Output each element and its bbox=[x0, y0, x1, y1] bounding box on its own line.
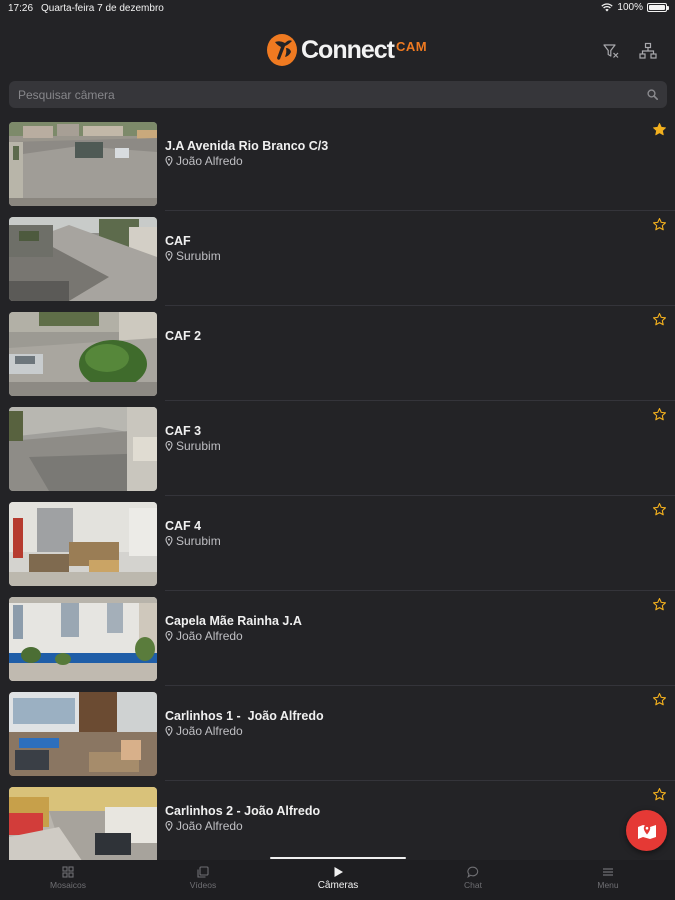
filter-clear-icon[interactable] bbox=[602, 42, 620, 60]
brand-sub: CAM bbox=[396, 38, 428, 54]
location-pin-icon bbox=[165, 726, 173, 736]
camera-row[interactable]: CAF Surubim bbox=[0, 211, 675, 306]
camera-location-text: João Alfredo bbox=[176, 724, 243, 738]
brand-logo: Connect CAM bbox=[266, 32, 427, 68]
copy-icon bbox=[197, 866, 209, 878]
tab-label: Câmeras bbox=[317, 880, 359, 891]
camera-location-text: João Alfredo bbox=[176, 819, 243, 833]
camera-row[interactable]: Carlinhos 2 - João Alfredo João Alfredo bbox=[0, 781, 675, 860]
status-right: 100% bbox=[601, 2, 669, 13]
camera-thumbnail[interactable] bbox=[9, 122, 157, 206]
camera-row[interactable]: CAF 4 Surubim bbox=[0, 496, 675, 591]
tab-cameras[interactable]: Câmeras bbox=[278, 866, 398, 891]
camera-thumbnail[interactable] bbox=[9, 692, 157, 776]
tab-label: Vídeos bbox=[189, 880, 217, 890]
camera-location-text: Surubim bbox=[176, 534, 221, 548]
camera-row[interactable]: CAF 3 Surubim bbox=[0, 401, 675, 496]
camera-row[interactable]: CAF 2 bbox=[0, 306, 675, 401]
tab-videos[interactable]: Vídeos bbox=[143, 866, 263, 890]
camera-name: CAF 2 bbox=[165, 329, 202, 343]
status-bar: 17:26 Quarta-feira 7 de dezembro 100% bbox=[0, 0, 675, 18]
camera-row[interactable]: Capela Mãe Rainha J.A João Alfredo bbox=[0, 591, 675, 686]
camera-location-text: Surubim bbox=[176, 439, 221, 453]
favorite-star-icon[interactable] bbox=[652, 787, 667, 802]
camera-location-text: João Alfredo bbox=[176, 629, 243, 643]
camera-name: Capela Mãe Rainha J.A bbox=[165, 614, 302, 628]
camera-thumbnail[interactable] bbox=[9, 597, 157, 681]
tab-menu[interactable]: Menu bbox=[548, 866, 668, 890]
map-fab-button[interactable] bbox=[626, 810, 667, 851]
location-pin-icon bbox=[165, 156, 173, 166]
camera-location: João Alfredo bbox=[165, 819, 243, 833]
favorite-star-icon[interactable] bbox=[652, 407, 667, 422]
camera-row[interactable]: J.A Avenida Rio Branco C/3 João Alfredo bbox=[0, 116, 675, 211]
camera-list: J.A Avenida Rio Branco C/3 João Alfredo bbox=[0, 116, 675, 860]
camera-name: Carlinhos 1 - João Alfredo bbox=[165, 709, 324, 723]
play-icon bbox=[334, 867, 343, 877]
brand-name: Connect bbox=[301, 35, 395, 64]
menu-icon bbox=[603, 868, 613, 876]
camera-thumbnail[interactable] bbox=[9, 217, 157, 301]
camera-location: João Alfredo bbox=[165, 724, 243, 738]
favorite-star-icon[interactable] bbox=[652, 122, 667, 137]
app-header: Connect CAM bbox=[0, 18, 675, 78]
camera-thumbnail[interactable] bbox=[9, 502, 157, 586]
grid-icon bbox=[62, 866, 74, 878]
tab-label: Mosaicos bbox=[50, 880, 86, 890]
location-pin-icon bbox=[165, 631, 173, 641]
camera-location: Surubim bbox=[165, 439, 221, 453]
camera-name: J.A Avenida Rio Branco C/3 bbox=[165, 139, 329, 153]
camera-name: CAF 3 bbox=[165, 424, 202, 438]
status-time: 17:26 bbox=[8, 3, 34, 14]
favorite-star-icon[interactable] bbox=[652, 692, 667, 707]
tab-chat[interactable]: Chat bbox=[413, 866, 533, 890]
camera-location: Surubim bbox=[165, 534, 221, 548]
favorite-star-icon[interactable] bbox=[652, 217, 667, 232]
favorite-star-icon[interactable] bbox=[652, 502, 667, 517]
map-pin-icon bbox=[637, 824, 656, 839]
camera-location: Surubim bbox=[165, 249, 221, 263]
battery-percent: 100% bbox=[617, 2, 643, 13]
tab-label: Menu bbox=[597, 880, 619, 890]
favorite-star-icon[interactable] bbox=[652, 312, 667, 327]
camera-name: CAF 4 bbox=[165, 519, 202, 533]
bottom-tab-bar: Mosaicos Vídeos Câmeras Chat Menu bbox=[0, 857, 675, 900]
search-bar bbox=[9, 81, 667, 108]
active-tab-indicator bbox=[270, 857, 406, 859]
chat-icon bbox=[467, 866, 479, 878]
battery-icon bbox=[647, 3, 669, 12]
location-pin-icon bbox=[165, 251, 173, 261]
camera-name: CAF bbox=[165, 234, 191, 248]
camera-thumbnail[interactable] bbox=[9, 407, 157, 491]
camera-location-text: João Alfredo bbox=[176, 154, 243, 168]
camera-name: Carlinhos 2 - João Alfredo bbox=[165, 804, 321, 818]
search-icon[interactable] bbox=[647, 89, 658, 100]
location-pin-icon bbox=[165, 821, 173, 831]
camera-thumbnail[interactable] bbox=[9, 312, 157, 396]
camera-location: João Alfredo bbox=[165, 154, 243, 168]
location-pin-icon bbox=[165, 441, 173, 451]
camera-row[interactable]: Carlinhos 1 - João Alfredo João Alfredo bbox=[0, 686, 675, 781]
favorite-star-icon[interactable] bbox=[652, 597, 667, 612]
wifi-icon bbox=[601, 3, 614, 12]
camera-location-text: Surubim bbox=[176, 249, 221, 263]
location-pin-icon bbox=[165, 536, 173, 546]
status-date: Quarta-feira 7 de dezembro bbox=[41, 3, 164, 14]
tab-mosaicos[interactable]: Mosaicos bbox=[8, 866, 128, 890]
camera-location: João Alfredo bbox=[165, 629, 243, 643]
logo-mark-icon bbox=[267, 34, 297, 66]
tab-label: Chat bbox=[464, 880, 482, 890]
search-input[interactable] bbox=[9, 81, 629, 108]
hierarchy-icon[interactable] bbox=[639, 42, 657, 60]
camera-thumbnail[interactable] bbox=[9, 787, 157, 860]
